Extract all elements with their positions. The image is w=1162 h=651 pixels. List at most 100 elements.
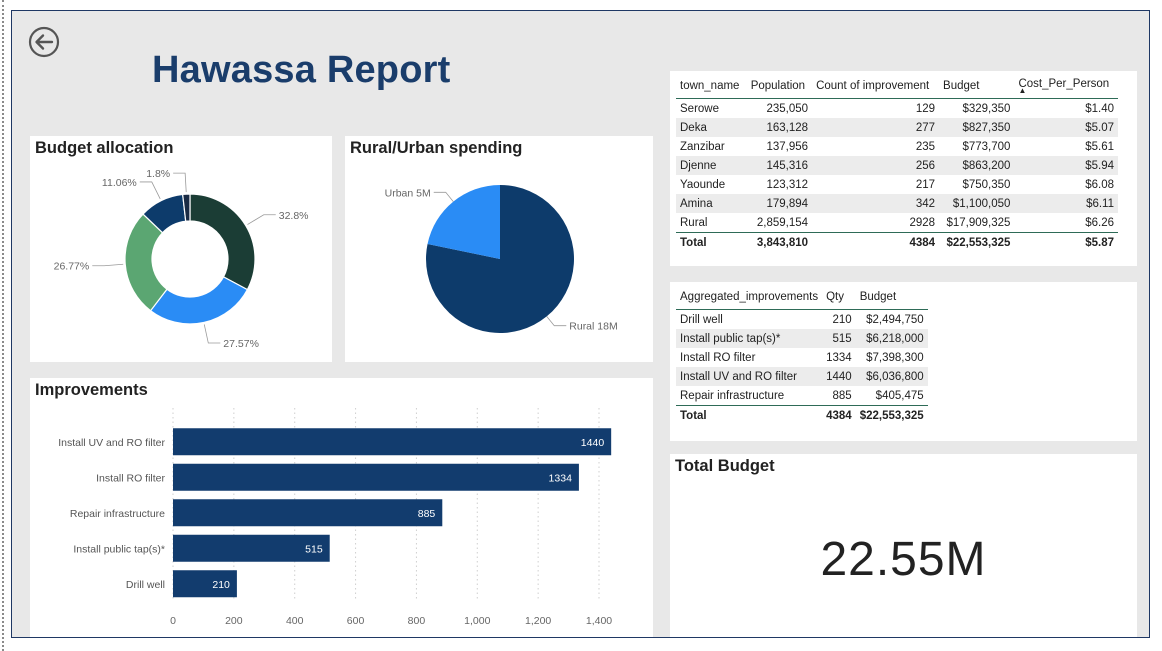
bar[interactable] [173, 463, 579, 491]
agg-cell: Drill well [680, 313, 723, 326]
town-cell: Rural [680, 216, 708, 229]
town-cell: $5.07 [1014, 118, 1118, 137]
agg-cell: 515 [822, 329, 856, 348]
col-cost-per-person[interactable]: Cost_Per_Person ▲ [1014, 74, 1118, 99]
town-cell: Zanzibar [680, 140, 725, 153]
town-table-card: town_name Population Count of improvemen… [670, 71, 1137, 266]
bar-value-label: 515 [305, 543, 323, 555]
col-aggregated-improvements[interactable]: Aggregated_improvements [676, 285, 823, 310]
donut-leader-line [139, 181, 161, 200]
x-tick-label: 1,400 [586, 615, 612, 627]
bar[interactable] [173, 428, 612, 456]
y-category-label: Drill well [126, 579, 165, 591]
town-table[interactable]: town_name Population Count of improvemen… [676, 74, 1118, 252]
town-row[interactable]: Zanzibar 137,956 235 $773,700 $5.61 [676, 137, 1118, 156]
town-cell: $827,350 [939, 118, 1015, 137]
town-row[interactable]: Deka 163,128 277 $827,350 $5.07 [676, 118, 1118, 137]
total-budget-title: Total Budget [675, 457, 775, 475]
town-cell: Deka [676, 118, 747, 137]
x-tick-label: 1,200 [525, 615, 551, 627]
town-cell: $773,700 [962, 140, 1011, 153]
agg-row[interactable]: Install RO filter 1334 $7,398,300 [676, 348, 928, 367]
col-population[interactable]: Population [746, 74, 813, 99]
town-total-cell: $5.87 [1014, 232, 1118, 252]
town-row[interactable]: Serowe 235,050 129 $329,350 $1.40 [676, 99, 1118, 119]
town-cell: $1.40 [1085, 102, 1114, 115]
pie-leader-line [433, 191, 454, 202]
bar-value-label: 1334 [549, 472, 573, 484]
agg-row[interactable]: Install public tap(s)* 515 $6,218,000 [676, 329, 928, 348]
town-cell: Serowe [680, 102, 719, 115]
town-cell: 123,312 [766, 178, 809, 191]
town-cell: 342 [812, 194, 940, 213]
agg-cell: $6,036,800 [855, 367, 928, 386]
town-cell: 2928 [909, 216, 936, 229]
page-edge-dotted-line [2, 0, 4, 651]
town-cell: 145,316 [746, 156, 813, 175]
pie-data-label: Urban 5M [385, 187, 431, 199]
agg-cell: Install public tap(s)* [676, 329, 823, 348]
rural-urban-pie-chart[interactable]: Rural 18M Urban 5M [345, 136, 653, 362]
agg-row[interactable]: Drill well 210 $2,494,750 [676, 310, 928, 330]
town-cell: 129 [915, 102, 936, 115]
agg-row[interactable]: Install UV and RO filter 1440 $6,036,800 [676, 367, 928, 386]
agg-cell: $6,218,000 [855, 329, 928, 348]
col-cost-per-person-label: Cost_Per_Person [1018, 78, 1110, 90]
town-cell: 235 [915, 140, 936, 153]
agg-total-cell: Total [676, 405, 823, 425]
agg-cell: $7,398,300 [866, 351, 924, 364]
town-cell: 2,859,154 [756, 216, 809, 229]
agg-row[interactable]: Repair infrastructure 885 $405,475 [676, 386, 928, 406]
report-canvas: Hawassa Report Budget allocation 32.8% 27… [11, 10, 1150, 638]
total-budget-value: 22.55M [820, 533, 987, 586]
bar-value-label: 885 [418, 508, 436, 520]
town-row[interactable]: Rural 2,859,154 2928 $17,909,325 $6.26 [676, 213, 1118, 233]
improvements-bar-chart[interactable]: 0 200 400 600 800 1,000 1,200 1,400 Install UV a… [30, 378, 653, 637]
town-cell: 277 [812, 118, 940, 137]
x-tick-label: 1,000 [464, 615, 490, 627]
donut-data-label: 1.8% [146, 168, 170, 180]
town-total-cell: $22,553,325 [939, 232, 1015, 252]
pie-leader-line [546, 316, 567, 327]
back-arrow-icon[interactable] [28, 26, 60, 58]
town-total-cell: Total [676, 232, 747, 252]
donut-data-label: 27.57% [223, 338, 259, 350]
col-count-improvement[interactable]: Count of improvement [812, 74, 940, 99]
town-cell: Yaounde [680, 178, 726, 191]
x-tick-label: 400 [286, 615, 304, 627]
agg-cell: $405,475 [875, 389, 924, 402]
donut-leader-line [203, 324, 221, 344]
agg-total-cell: $22,553,325 [855, 405, 928, 425]
budget-allocation-donut-chart[interactable]: 32.8% 27.57% 26.77% 11.06% 1.8% [30, 136, 332, 362]
town-cell: $6.08 [1085, 178, 1114, 191]
donut-slice[interactable] [189, 193, 256, 291]
col-town-name[interactable]: town_name [676, 74, 747, 99]
town-cell: $5.94 [1014, 156, 1118, 175]
aggregated-table-card: Aggregated_improvements Qty Budget Drill… [670, 282, 1137, 441]
x-tick-label: 600 [347, 615, 365, 627]
y-category-label: Repair infrastructure [70, 508, 165, 520]
town-cell: 217 [915, 178, 936, 191]
town-row[interactable]: Djenne 145,316 256 $863,200 $5.94 [676, 156, 1118, 175]
agg-cell: Install RO filter [680, 351, 756, 364]
y-category-label: Install public tap(s)* [73, 543, 165, 555]
col-budget[interactable]: Budget [939, 74, 1015, 99]
town-row[interactable]: Yaounde 123,312 217 $750,350 $6.08 [676, 175, 1118, 194]
donut-data-label: 26.77% [54, 261, 90, 273]
total-budget-card: Total Budget 22.55M [670, 454, 1137, 637]
donut-leader-line [92, 263, 124, 267]
col-qty[interactable]: Qty [822, 285, 856, 310]
town-row[interactable]: Amina 179,894 342 $1,100,050 $6.11 [676, 194, 1118, 213]
donut-data-label: 32.8% [279, 210, 309, 222]
town-total-cell: 3,843,810 [746, 232, 813, 252]
y-category-label: Install UV and RO filter [58, 437, 165, 449]
donut-slice[interactable] [149, 276, 249, 325]
agg-cell: 210 [832, 313, 852, 326]
agg-total-row: Total 4384 $22,553,325 [676, 405, 928, 425]
pie-data-label: Rural 18M [569, 321, 617, 333]
bar[interactable] [173, 499, 443, 527]
aggregated-improvements-table[interactable]: Aggregated_improvements Qty Budget Drill… [676, 285, 928, 425]
town-cell: $17,909,325 [946, 216, 1011, 229]
col-agg-budget[interactable]: Budget [855, 285, 928, 310]
town-cell: 137,956 [766, 140, 809, 153]
